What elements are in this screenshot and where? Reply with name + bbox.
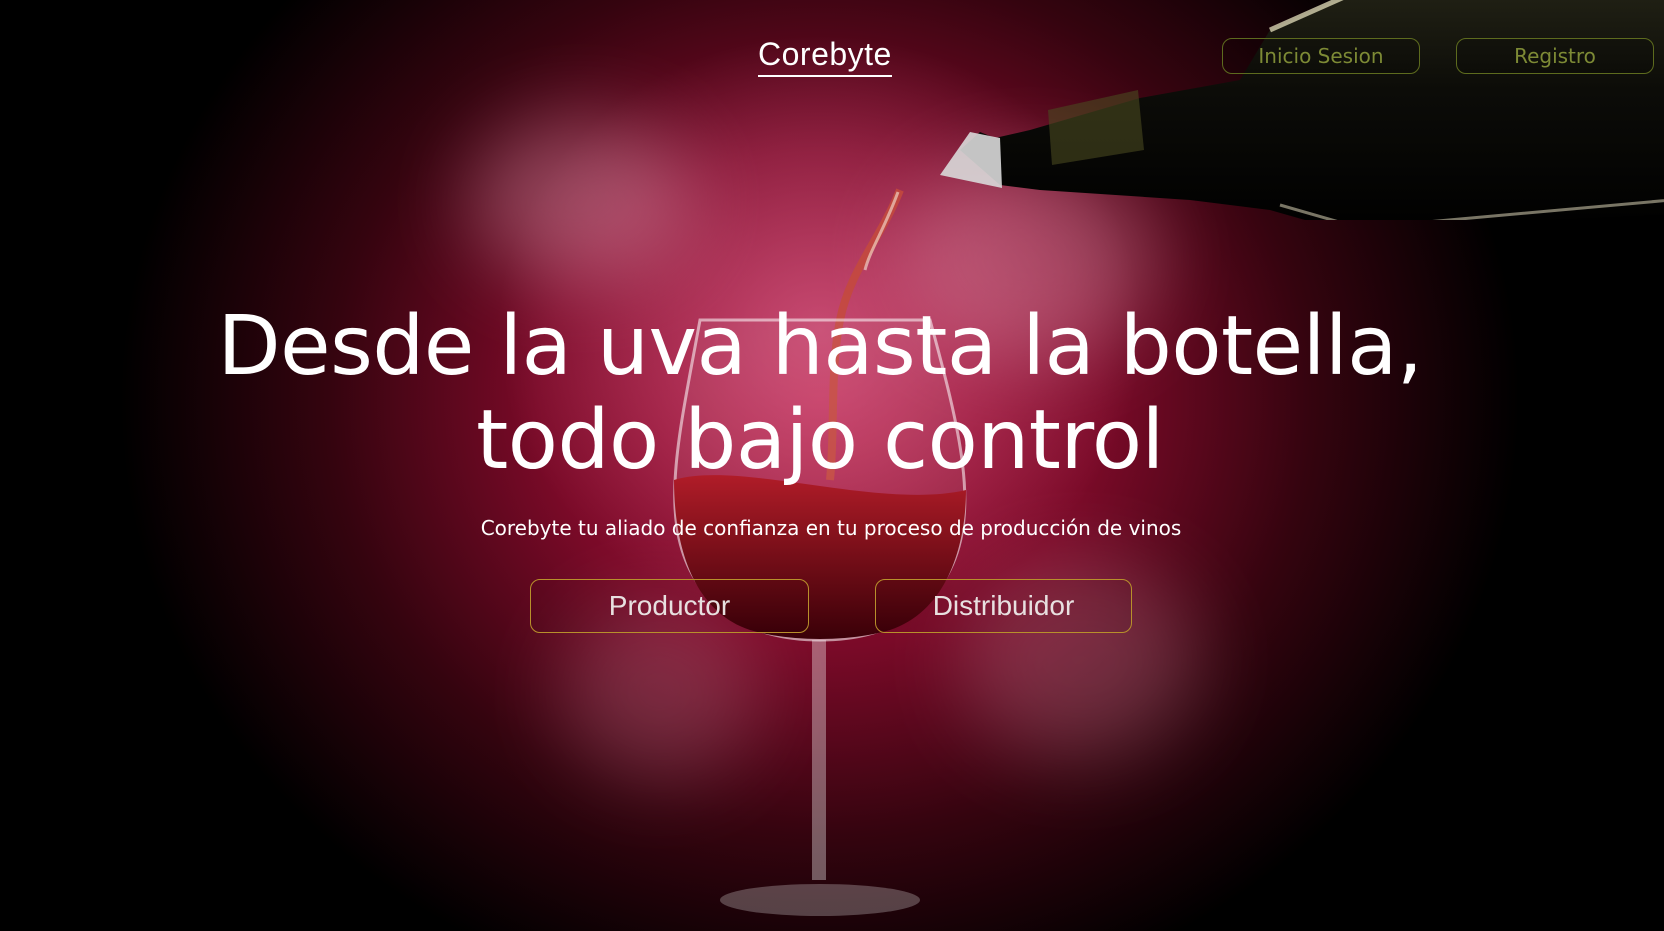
landing-page: Corebyte Inicio Sesion Registro Desde la… bbox=[0, 0, 1664, 931]
producer-button[interactable]: Productor bbox=[530, 579, 809, 633]
hero-title-line-2: todo bajo control bbox=[476, 393, 1164, 488]
hero-title: Desde la uva hasta la botella, todo bajo… bbox=[0, 300, 1640, 488]
smoke-decoration bbox=[470, 120, 690, 280]
hero-title-line-1: Desde la uva hasta la botella, bbox=[217, 299, 1424, 394]
hero-subtitle: Corebyte tu aliado de confianza en tu pr… bbox=[480, 516, 1182, 540]
wine-bottle-image bbox=[940, 0, 1664, 220]
brand-logo[interactable]: Corebyte bbox=[758, 36, 892, 77]
login-button[interactable]: Inicio Sesion bbox=[1222, 38, 1420, 74]
register-button[interactable]: Registro bbox=[1456, 38, 1654, 74]
distributor-button[interactable]: Distribuidor bbox=[875, 579, 1132, 633]
